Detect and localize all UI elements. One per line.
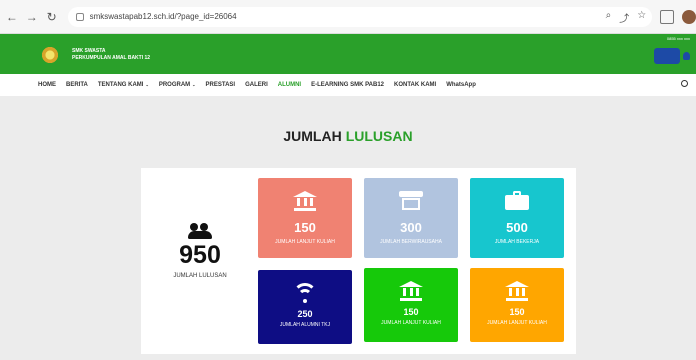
stat-label: JUMLAH BERWIRAUSAHA [380, 239, 442, 245]
nav-item-alumni[interactable]: ALUMNI [278, 82, 301, 88]
stat-value: 150 [294, 220, 316, 235]
briefcase-icon [503, 191, 531, 213]
stat-value: 500 [506, 220, 528, 235]
address-bar[interactable]: smkswastapab12.sch.id/?page_id=26064 ⌕ ⤴… [67, 6, 653, 27]
site-header: SMK SWASTA PERKUMPULAN AMAL BAKTI 12 085… [0, 34, 696, 74]
forward-icon[interactable]: → [24, 9, 40, 25]
stat-card-lanjut-kuliah-3: 150 JUMLAH LANJUT KULIAH [470, 268, 564, 342]
school-name[interactable]: SMK SWASTA PERKUMPULAN AMAL BAKTI 12 [72, 48, 150, 62]
title-main: JUMLAH [283, 128, 342, 144]
stat-value: 150 [509, 307, 525, 317]
nav-item-berita[interactable]: BERITA [66, 82, 88, 88]
stat-card-alumni-tkj: 250 JUMLAH ALUMNI TKJ [258, 270, 352, 344]
store-icon [397, 191, 425, 213]
stat-card-lanjut-kuliah: 150 JUMLAH LANJUT KULIAH [258, 178, 352, 258]
stat-card-lanjut-kuliah-2: 150 JUMLAH LANJUT KULIAH [364, 268, 458, 342]
title-accent: LULUSAN [345, 128, 413, 144]
nav-item-galeri[interactable]: GALERI [245, 82, 268, 88]
nav-item-home[interactable]: HOME [38, 82, 56, 88]
chevron-down-icon: ⌄ [192, 82, 196, 87]
partner-logo [654, 48, 680, 64]
wifi-icon [291, 283, 319, 305]
stat-label: JUMLAH BEKERJA [494, 239, 540, 245]
school-name-line-2: PERKUMPULAN AMAL BAKTI 12 [72, 55, 151, 61]
address-bar-actions: ⌕ ⤴ ☆ [606, 10, 647, 25]
stat-card-berwirausaha: 300 JUMLAH BERWIRAUSAHA [364, 178, 458, 258]
bank-icon [503, 281, 531, 303]
nav-item-elearning[interactable]: E-LEARNING SMK PAB12 [311, 82, 384, 88]
url-text: smkswastapab12.sch.id/?page_id=26064 [89, 12, 237, 21]
stat-value: 250 [297, 309, 313, 319]
stat-card-bekerja: 500 JUMLAH BEKERJA [470, 178, 564, 258]
nav-item-whatsapp[interactable]: WhatsApp [446, 82, 476, 88]
bank-icon [397, 281, 425, 303]
nav-item-tentang-kami[interactable]: TENTANG KAMI ⌄ [98, 82, 149, 88]
stat-label: JUMLAH LANJUT KULIAH [381, 320, 441, 326]
back-icon[interactable]: ← [4, 9, 20, 25]
stat-value: 300 [400, 220, 422, 235]
nav-item-program-label: PROGRAM [158, 82, 191, 88]
stat-value: 150 [403, 307, 419, 317]
page-title: JUMLAH LULUSAN [0, 128, 696, 144]
total-graduates-value: 950 [179, 241, 221, 269]
nav-item-prestasi[interactable]: PRESTASI [206, 82, 236, 88]
search-icon[interactable]: ⌕ [606, 10, 612, 25]
lock-icon [75, 12, 84, 21]
users-icon [188, 223, 212, 239]
nav-item-kontak-kami[interactable]: KONTAK KAMI [394, 82, 436, 88]
stat-label: JUMLAH ALUMNI TKJ [279, 322, 331, 328]
stat-label: JUMLAH LANJUT KULIAH [275, 239, 335, 245]
school-name-line-1: SMK SWASTA [72, 48, 106, 54]
bank-icon [291, 191, 319, 213]
extensions-icon[interactable] [660, 9, 675, 24]
school-logo[interactable] [36, 44, 64, 66]
stat-label: JUMLAH LANJUT KULIAH [487, 320, 547, 326]
user-icon[interactable] [683, 52, 690, 60]
share-icon[interactable]: ⤴ [619, 10, 629, 25]
total-graduates: 950 JUMLAH LULUSAN [165, 223, 235, 279]
star-icon[interactable]: ☆ [637, 10, 646, 25]
contact-number: 0855 xxx xxx [666, 36, 690, 41]
main-navigation: HOME BERITA TENTANG KAMI ⌄ PROGRAM ⌄ PREST… [0, 74, 696, 96]
browser-toolbar: ← → ↻ smkswastapab12.sch.id/?page_id=260… [0, 0, 696, 34]
reload-icon[interactable]: ↻ [44, 9, 60, 25]
chevron-down-icon: ⌄ [145, 82, 149, 87]
search-icon[interactable] [681, 80, 688, 87]
total-graduates-label: JUMLAH LULUSAN [173, 273, 227, 279]
nav-item-tentang-kami-label: TENTANG KAMI [97, 82, 144, 88]
avatar[interactable] [682, 9, 696, 24]
nav-item-program[interactable]: PROGRAM ⌄ [159, 82, 196, 88]
